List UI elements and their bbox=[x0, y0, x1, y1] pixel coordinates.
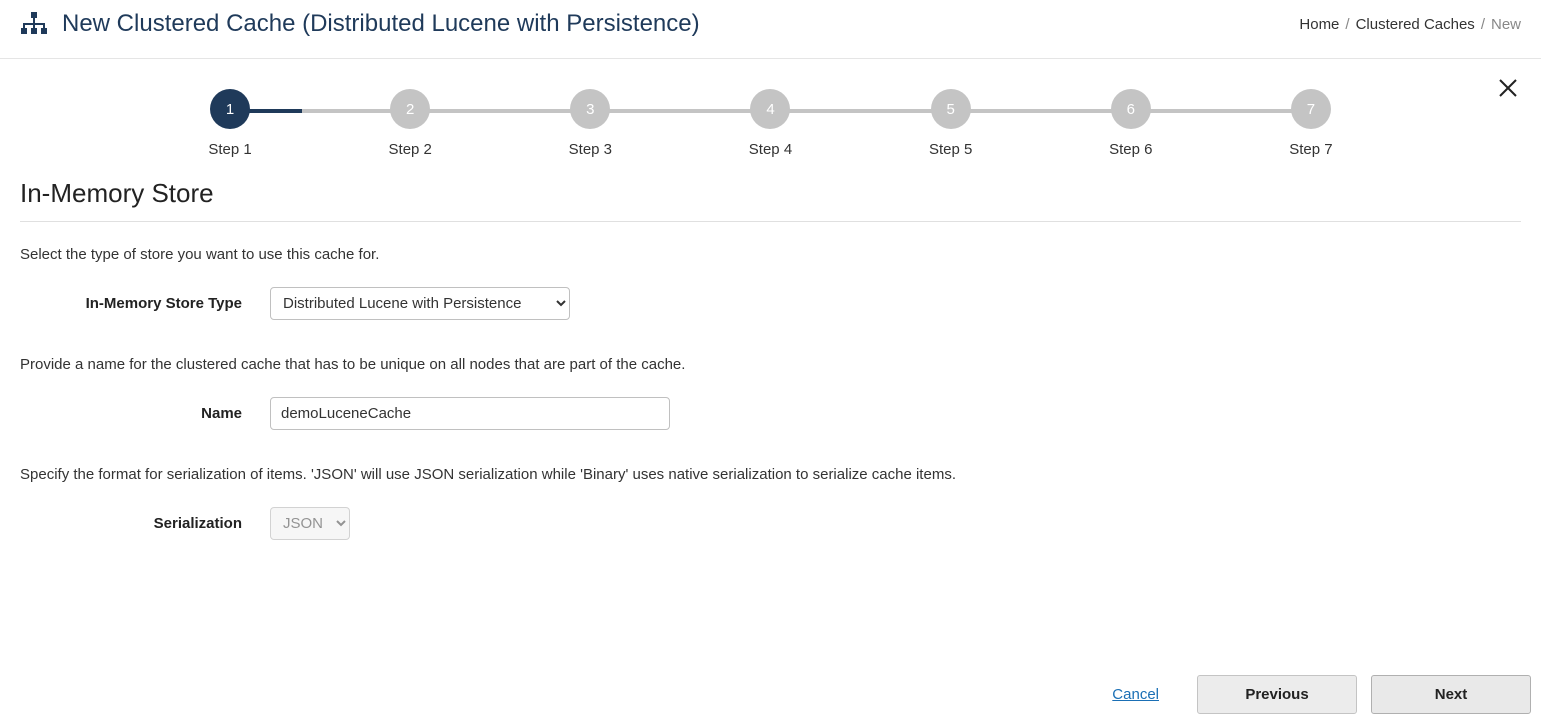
step-connector bbox=[410, 109, 590, 113]
step-circle: 5 bbox=[931, 89, 971, 129]
step-circle: 2 bbox=[390, 89, 430, 129]
cluster-icon bbox=[20, 11, 48, 38]
step-circle: 6 bbox=[1111, 89, 1151, 129]
step-label: Step 3 bbox=[569, 141, 612, 158]
step-label: Step 5 bbox=[929, 141, 972, 158]
step-1[interactable]: 1 Step 1 bbox=[140, 89, 320, 158]
serialization-select: JSON bbox=[270, 507, 350, 540]
name-input[interactable] bbox=[270, 397, 670, 430]
section-divider bbox=[20, 221, 1521, 222]
header-bar: New Clustered Cache (Distributed Lucene … bbox=[0, 0, 1541, 59]
breadcrumb-current: New bbox=[1491, 16, 1521, 33]
next-button[interactable]: Next bbox=[1371, 675, 1531, 714]
step-circle: 4 bbox=[750, 89, 790, 129]
step-7[interactable]: 7 Step 7 bbox=[1221, 89, 1401, 158]
step-6[interactable]: 6 Step 6 bbox=[1041, 89, 1221, 158]
breadcrumb-home[interactable]: Home bbox=[1299, 16, 1339, 33]
desc-serialization: Specify the format for serialization of … bbox=[20, 466, 1521, 483]
step-4[interactable]: 4 Step 4 bbox=[680, 89, 860, 158]
store-type-label: In-Memory Store Type bbox=[20, 295, 270, 312]
step-2[interactable]: 2 Step 2 bbox=[320, 89, 500, 158]
wizard-footer: Cancel Previous Next bbox=[10, 663, 1531, 726]
step-label: Step 2 bbox=[389, 141, 432, 158]
store-type-select[interactable]: Distributed Lucene with Persistence bbox=[270, 287, 570, 320]
form-row-serialization: Serialization JSON bbox=[20, 507, 1521, 540]
step-connector bbox=[230, 109, 410, 113]
step-3[interactable]: 3 Step 3 bbox=[500, 89, 680, 158]
step-connector bbox=[770, 109, 950, 113]
form-row-store-type: In-Memory Store Type Distributed Lucene … bbox=[20, 287, 1521, 320]
breadcrumb-clustered-caches[interactable]: Clustered Caches bbox=[1356, 16, 1475, 33]
step-label: Step 7 bbox=[1289, 141, 1332, 158]
section-title: In-Memory Store bbox=[20, 178, 1521, 209]
name-label: Name bbox=[20, 405, 270, 422]
step-circle: 1 bbox=[210, 89, 250, 129]
step-circle: 7 bbox=[1291, 89, 1331, 129]
page-title: New Clustered Cache (Distributed Lucene … bbox=[62, 10, 700, 38]
previous-button[interactable]: Previous bbox=[1197, 675, 1357, 714]
stepper: 1 Step 1 2 Step 2 3 Step 3 4 Step 4 5 Step 5 6 Step… bbox=[10, 59, 1531, 178]
step-label: Step 4 bbox=[749, 141, 792, 158]
wizard-content: In-Memory Store Select the type of store… bbox=[10, 178, 1531, 540]
step-connector bbox=[590, 109, 770, 113]
desc-name: Provide a name for the clustered cache t… bbox=[20, 356, 1521, 373]
breadcrumb-separator: / bbox=[1481, 16, 1485, 33]
step-circle: 3 bbox=[570, 89, 610, 129]
step-connector bbox=[1131, 109, 1311, 113]
cancel-link[interactable]: Cancel bbox=[1112, 686, 1159, 703]
breadcrumb: Home / Clustered Caches / New bbox=[1299, 16, 1521, 33]
form-row-name: Name bbox=[20, 397, 1521, 430]
breadcrumb-separator: / bbox=[1345, 16, 1349, 33]
step-connector bbox=[951, 109, 1131, 113]
serialization-label: Serialization bbox=[20, 515, 270, 532]
header-left: New Clustered Cache (Distributed Lucene … bbox=[20, 10, 700, 38]
step-label: Step 1 bbox=[208, 141, 251, 158]
step-label: Step 6 bbox=[1109, 141, 1152, 158]
step-5[interactable]: 5 Step 5 bbox=[861, 89, 1041, 158]
wizard-container: 1 Step 1 2 Step 2 3 Step 3 4 Step 4 5 Step 5 6 Step… bbox=[10, 59, 1531, 540]
desc-store-type: Select the type of store you want to use… bbox=[20, 246, 1521, 263]
